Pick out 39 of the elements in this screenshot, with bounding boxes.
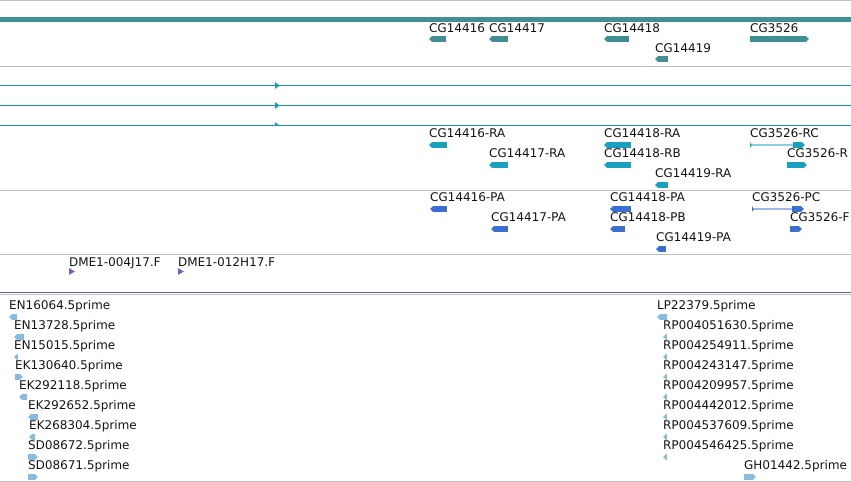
feature-label[interactable]: CG3526-F	[790, 211, 850, 224]
feature-label[interactable]: CG14418-PB	[610, 211, 686, 224]
feature-label[interactable]: EK130640.5prime	[15, 359, 123, 372]
feature-label[interactable]: CG14419	[655, 42, 711, 55]
feature-label[interactable]: CG14418-RA	[604, 127, 680, 140]
feature-label[interactable]: EK292118.5prime	[19, 379, 127, 392]
feature-label[interactable]: CG14419-PA	[656, 231, 731, 244]
feature-label[interactable]: CG14418-RB	[604, 147, 681, 160]
feature-label[interactable]: CG14417-PA	[491, 211, 566, 224]
feature-label[interactable]: EN13728.5prime	[14, 319, 116, 332]
feature-label[interactable]: SD08672.5prime	[28, 439, 130, 452]
feature-label[interactable]: GH01442.5prime	[744, 459, 847, 472]
feature-label[interactable]: CG14416-PA	[430, 191, 505, 204]
feature-label[interactable]: CG14417-RA	[489, 147, 566, 160]
feature-label[interactable]: CG14417	[489, 22, 545, 35]
feature-label[interactable]: EK292652.5prime	[28, 399, 136, 412]
feature-label[interactable]: CG14416	[429, 22, 485, 35]
feature-label[interactable]: EK268304.5prime	[29, 419, 137, 432]
feature-label[interactable]: RP004254911.5prime	[663, 339, 794, 352]
feature-label[interactable]: RP004243147.5prime	[663, 359, 794, 372]
feature-label[interactable]: CG14418	[604, 22, 660, 35]
feature-label[interactable]: DME1-004J17.F	[69, 256, 161, 269]
feature-label[interactable]: CG14418-PA	[610, 191, 685, 204]
feature-label[interactable]: CG14416-RA	[429, 127, 506, 140]
feature-label[interactable]: RP004442012.5prime	[663, 399, 794, 412]
feature-label[interactable]: CG3526-R	[787, 147, 848, 160]
feature-label[interactable]: RP004537609.5prime	[663, 419, 794, 432]
feature-label[interactable]: EN16064.5prime	[9, 299, 110, 312]
feature-label[interactable]: DME1-012H17.F	[178, 256, 276, 269]
feature-label[interactable]: CG3526-PC	[752, 191, 820, 204]
feature-label[interactable]: RP004209957.5prime	[663, 379, 794, 392]
feature-label[interactable]: RP004051630.5prime	[663, 319, 794, 332]
feature-label[interactable]: RP004546425.5prime	[663, 439, 794, 452]
feature-label[interactable]: EN15015.5prime	[14, 339, 116, 352]
feature-label[interactable]: SD08671.5prime	[28, 459, 130, 472]
feature-label[interactable]: CG3526-RC	[750, 127, 819, 140]
feature-label[interactable]: LP22379.5prime	[657, 299, 756, 312]
feature-label[interactable]: CG3526	[750, 22, 798, 35]
feature-label[interactable]: CG14419-RA	[655, 167, 732, 180]
